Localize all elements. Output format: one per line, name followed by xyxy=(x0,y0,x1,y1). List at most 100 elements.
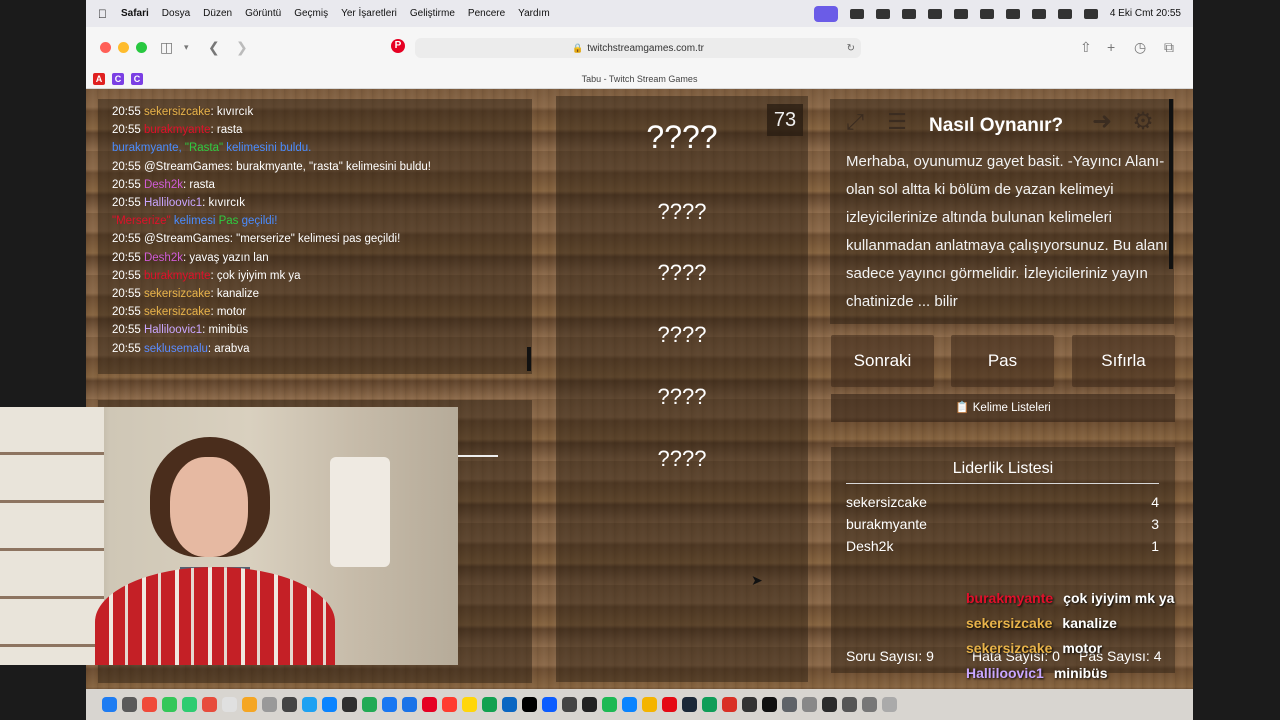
play-icon[interactable] xyxy=(953,8,968,19)
dock-app-icon[interactable] xyxy=(682,697,697,712)
dock-app-icon[interactable] xyxy=(762,697,777,712)
creative-cloud-icon[interactable] xyxy=(849,8,864,19)
dock-app-icon[interactable] xyxy=(482,697,497,712)
dock-app-icon[interactable] xyxy=(102,697,117,712)
menu-bookmarks[interactable]: Yer İşaretleri xyxy=(341,8,397,19)
dock-app-icon[interactable] xyxy=(122,697,137,712)
dock-app-icon[interactable] xyxy=(162,697,177,712)
volume-icon[interactable] xyxy=(927,8,942,19)
control-center-icon[interactable] xyxy=(1083,8,1098,19)
menu-history[interactable]: Geçmiş xyxy=(294,8,328,19)
sidebar-icon[interactable]: ◫ xyxy=(160,39,173,56)
dock-app-icon[interactable] xyxy=(342,697,357,712)
chat-username[interactable]: sekersizcake xyxy=(144,288,210,300)
back-button[interactable]: ❮ xyxy=(208,39,220,56)
dock-app-icon[interactable] xyxy=(722,697,737,712)
pass-button[interactable]: Pas xyxy=(951,335,1054,387)
reset-button[interactable]: Sıfırla xyxy=(1072,335,1175,387)
dock-app-icon[interactable] xyxy=(282,697,297,712)
logout-icon[interactable]: ➜ xyxy=(1086,106,1118,138)
dock-app-icon[interactable] xyxy=(822,697,837,712)
dock-app-icon[interactable] xyxy=(582,697,597,712)
focus-icon[interactable] xyxy=(1057,8,1072,19)
dock-app-icon[interactable] xyxy=(222,697,237,712)
close-window-button[interactable] xyxy=(100,42,111,53)
dock-app-icon[interactable] xyxy=(202,697,217,712)
dock-app-icon[interactable] xyxy=(622,697,637,712)
wifi-icon[interactable] xyxy=(1005,8,1020,19)
settings-gear-icon[interactable]: ⚙ xyxy=(1127,106,1159,138)
chat-username[interactable]: burakmyante xyxy=(144,270,210,282)
dock-app-icon[interactable] xyxy=(302,697,317,712)
word-lists-button[interactable]: 📋 Kelime Listeleri xyxy=(831,394,1175,422)
chat-username[interactable]: Halliloovic1 xyxy=(144,197,202,209)
minimize-window-button[interactable] xyxy=(118,42,129,53)
chat-username[interactable]: burakmyante xyxy=(144,124,210,136)
new-tab-icon[interactable]: + xyxy=(1107,39,1115,55)
dock-app-icon[interactable] xyxy=(242,697,257,712)
apple-menu-icon[interactable]:  xyxy=(98,7,107,21)
address-bar[interactable]: 🔒 twitchstreamgames.com.tr ↻ xyxy=(415,38,861,58)
menu-file[interactable]: Dosya xyxy=(162,8,190,19)
stage-manager-icon[interactable] xyxy=(813,5,838,22)
notes-icon[interactable]: ☰ xyxy=(882,107,912,137)
display-icon[interactable] xyxy=(901,8,916,19)
pinterest-icon[interactable]: P xyxy=(391,39,405,53)
dock-app-icon[interactable] xyxy=(542,697,557,712)
dock-app-icon[interactable] xyxy=(702,697,717,712)
chat-time: 20:55 xyxy=(112,269,144,282)
dock-app-icon[interactable] xyxy=(182,697,197,712)
dock-app-icon[interactable] xyxy=(362,697,377,712)
dock-app-icon[interactable] xyxy=(142,697,157,712)
dock-app-icon[interactable] xyxy=(562,697,577,712)
dock-app-icon[interactable] xyxy=(842,697,857,712)
fullscreen-icon[interactable]: ⤢ xyxy=(840,107,870,137)
chevron-down-icon[interactable]: ▾ xyxy=(184,42,189,53)
menu-window[interactable]: Pencere xyxy=(468,8,505,19)
tab-title[interactable]: Tabu - Twitch Stream Games xyxy=(86,74,1193,84)
dock-app-icon[interactable] xyxy=(742,697,757,712)
dock-app-icon[interactable] xyxy=(602,697,617,712)
dock-app-icon[interactable] xyxy=(422,697,437,712)
history-icon[interactable]: ◷ xyxy=(1134,39,1146,56)
next-button[interactable]: Sonraki xyxy=(831,335,934,387)
chat-username[interactable]: @StreamGames xyxy=(144,233,230,245)
menu-develop[interactable]: Geliştirme xyxy=(410,8,455,19)
chat-username[interactable]: Halliloovic1 xyxy=(144,324,202,336)
chat-scrollbar[interactable] xyxy=(527,347,531,371)
battery-icon[interactable] xyxy=(979,8,994,19)
menu-app-safari[interactable]: Safari xyxy=(121,8,149,19)
forward-button[interactable]: ❯ xyxy=(236,39,248,56)
share-icon[interactable]: ⇧ xyxy=(1080,39,1092,56)
chat-username[interactable]: Desh2k xyxy=(144,252,183,264)
pause-icon[interactable] xyxy=(875,8,890,19)
dock-app-icon[interactable] xyxy=(382,697,397,712)
dock-app-icon[interactable] xyxy=(882,697,897,712)
menu-view[interactable]: Görüntü xyxy=(245,8,281,19)
howto-scrollbar[interactable] xyxy=(1169,99,1173,269)
tab-overview-icon[interactable]: ⧉ xyxy=(1164,39,1174,56)
chat-username[interactable]: sekersizcake xyxy=(144,306,210,318)
chat-username[interactable]: Desh2k xyxy=(144,179,183,191)
dock-app-icon[interactable] xyxy=(802,697,817,712)
dock-app-icon[interactable] xyxy=(862,697,877,712)
menu-edit[interactable]: Düzen xyxy=(203,8,232,19)
dock-app-icon[interactable] xyxy=(782,697,797,712)
dock-app-icon[interactable] xyxy=(442,697,457,712)
zoom-window-button[interactable] xyxy=(136,42,147,53)
dock-app-icon[interactable] xyxy=(322,697,337,712)
chat-username[interactable]: @StreamGames xyxy=(144,161,230,173)
dock-app-icon[interactable] xyxy=(662,697,677,712)
dock-app-icon[interactable] xyxy=(502,697,517,712)
reload-icon[interactable]: ↻ xyxy=(847,43,855,54)
search-icon[interactable] xyxy=(1031,8,1046,19)
menu-clock[interactable]: 4 Eki Cmt 20:55 xyxy=(1110,8,1181,19)
dock-app-icon[interactable] xyxy=(642,697,657,712)
dock-app-icon[interactable] xyxy=(402,697,417,712)
dock-app-icon[interactable] xyxy=(262,697,277,712)
chat-username[interactable]: seklusemalu xyxy=(144,343,208,355)
dock-app-icon[interactable] xyxy=(522,697,537,712)
menu-help[interactable]: Yardım xyxy=(518,8,550,19)
chat-username[interactable]: sekersizcake xyxy=(144,106,210,118)
dock-app-icon[interactable] xyxy=(462,697,477,712)
